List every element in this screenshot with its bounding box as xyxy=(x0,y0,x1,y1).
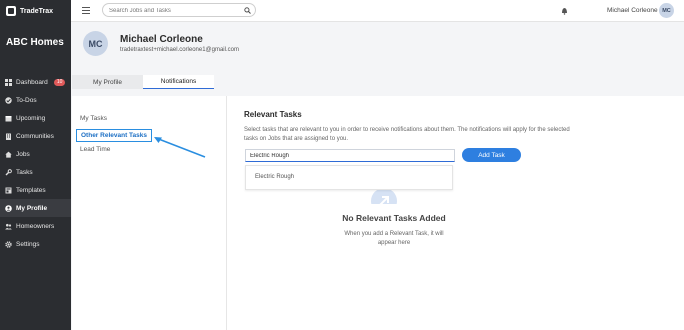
sidebar-item-dashboard[interactable]: Dashboard 10 xyxy=(0,73,71,91)
search-box[interactable] xyxy=(102,3,256,17)
sidebar-item-label: Tasks xyxy=(16,168,33,176)
sidebar-item-label: Dashboard xyxy=(16,78,48,86)
building-icon xyxy=(5,133,12,140)
sidebar-item-label: To-Dos xyxy=(16,96,37,104)
profile-avatar: MC xyxy=(83,31,108,56)
sidebar-item-homeowners[interactable]: Homeowners xyxy=(0,217,71,235)
sidebar-item-label: Communities xyxy=(16,132,54,140)
wrench-icon xyxy=(5,168,12,176)
sidebar-item-tasks[interactable]: Tasks xyxy=(0,163,71,181)
menu-item-lead-time[interactable]: Lead Time xyxy=(80,146,110,153)
sidebar-item-label: Jobs xyxy=(16,150,30,158)
menu-item-my-tasks[interactable]: My Tasks xyxy=(80,115,107,122)
task-suggestions-dropdown: Electric Rough xyxy=(245,165,453,190)
sidebar-item-settings[interactable]: Settings xyxy=(0,235,71,253)
sidebar-item-jobs[interactable]: Jobs xyxy=(0,145,71,163)
notification-badge: 10 xyxy=(53,78,66,86)
company-name: ABC Homes xyxy=(6,37,64,48)
sidebar-item-label: Templates xyxy=(16,186,46,194)
sidebar-item-templates[interactable]: Templates xyxy=(0,181,71,199)
template-icon xyxy=(5,187,12,194)
dropdown-option[interactable]: Electric Rough xyxy=(255,174,294,180)
notifications-panel: My Tasks Other Relevant Tasks Lead Time … xyxy=(72,96,684,330)
brand-name: TradeTrax xyxy=(20,7,54,15)
grid-icon xyxy=(5,78,12,86)
notifications-menu: My Tasks Other Relevant Tasks Lead Time xyxy=(72,96,227,330)
people-icon xyxy=(5,223,12,230)
brand[interactable]: TradeTrax xyxy=(0,0,71,22)
menu-item-other-relevant-tasks[interactable]: Other Relevant Tasks xyxy=(76,129,152,142)
sidebar-item-label: Upcoming xyxy=(16,114,46,122)
task-search-field[interactable] xyxy=(245,149,455,162)
add-task-button[interactable]: Add Task xyxy=(462,148,521,162)
avatar[interactable]: MC xyxy=(659,3,674,18)
home-icon xyxy=(5,151,12,158)
task-input[interactable] xyxy=(250,152,450,160)
search-input[interactable] xyxy=(109,6,239,15)
profile-name: Michael Corleone xyxy=(120,34,203,45)
menu-icon[interactable] xyxy=(82,7,90,16)
sidebar-item-upcoming[interactable]: Upcoming xyxy=(0,109,71,127)
section-title: Relevant Tasks xyxy=(244,110,302,119)
annotation-arrow-icon xyxy=(154,137,206,158)
empty-state-title: No Relevant Tasks Added xyxy=(342,213,446,223)
top-bar: Michael Corleone MC xyxy=(71,0,684,22)
sidebar-item-label: Homeowners xyxy=(16,222,55,230)
tradetrax-logo-icon xyxy=(6,6,16,16)
section-description: Select tasks that are relevant to you in… xyxy=(244,127,570,142)
empty-state-subtitle: When you add a Relevant Task, it will ap… xyxy=(344,231,444,246)
relevant-tasks-section: Relevant Tasks Select tasks that are rel… xyxy=(244,96,674,330)
gear-icon xyxy=(5,240,12,248)
search-icon[interactable] xyxy=(244,7,251,14)
sidebar-item-todos[interactable]: To-Dos xyxy=(0,91,71,109)
calendar-icon xyxy=(5,115,12,122)
tab-my-profile[interactable]: My Profile xyxy=(72,75,143,89)
user-name[interactable]: Michael Corleone xyxy=(607,7,658,14)
tab-notifications[interactable]: Notifications xyxy=(143,75,214,89)
sidebar: TradeTrax ABC Homes Dashboard 10 To-Dos … xyxy=(0,0,71,330)
bell-icon[interactable] xyxy=(561,7,568,15)
profile-email: tradetraxtest+michael.corleone1@gmail.co… xyxy=(120,47,239,53)
sidebar-item-label: My Profile xyxy=(16,204,48,212)
profile-tabs: My Profile Notifications xyxy=(71,75,684,90)
user-icon xyxy=(5,204,12,212)
check-circle-icon xyxy=(5,96,12,104)
sidebar-item-my-profile[interactable]: My Profile xyxy=(0,199,71,217)
sidebar-item-label: Settings xyxy=(16,240,40,248)
sidebar-item-communities[interactable]: Communities xyxy=(0,127,71,145)
